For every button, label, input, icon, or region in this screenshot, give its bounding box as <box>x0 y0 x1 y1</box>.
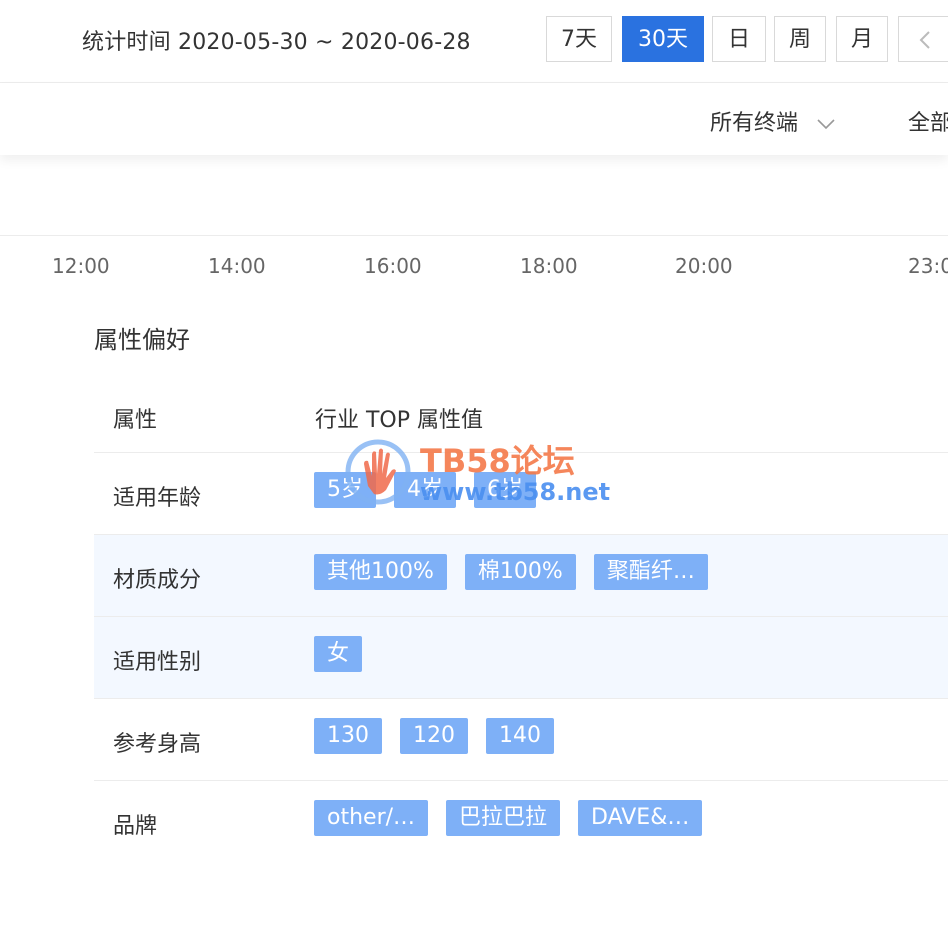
attribute-tag[interactable]: 120 <box>400 718 468 754</box>
tag-list: 女 <box>314 636 380 672</box>
attribute-tag[interactable]: 聚酯纤… <box>593 554 708 590</box>
chevron-down-icon <box>817 119 835 130</box>
page: 统计时间 2020-05-30 ~ 2020-06-28 7天 30天 日 周 … <box>0 0 948 942</box>
x-tick-label: 14:00 <box>208 254 266 278</box>
range-7d-button[interactable]: 7天 <box>546 16 612 62</box>
attribute-tag[interactable]: DAVE&… <box>578 800 703 836</box>
attribute-tag[interactable]: 棉100% <box>464 554 576 590</box>
terminal-select[interactable]: 所有终端 <box>710 105 835 137</box>
x-tick-label: 12:00 <box>52 254 110 278</box>
table-row: 材质成分 其他100% 棉100% 聚酯纤… <box>94 535 948 617</box>
terminal-select-label: 所有终端 <box>710 111 799 136</box>
attribute-tag[interactable]: 140 <box>486 718 554 754</box>
column-header-top-values: 行业 TOP 属性值 <box>315 408 484 433</box>
tag-list: other/… 巴拉巴拉 DAVE&… <box>314 800 720 836</box>
range-month-button[interactable]: 月 <box>836 16 888 62</box>
x-tick-label: 18:00 <box>520 254 578 278</box>
row-label: 适用年龄 <box>113 486 202 511</box>
attribute-tag[interactable]: 130 <box>314 718 382 754</box>
watermark: TB58论坛 www.tb58.net <box>344 436 614 516</box>
filter-bar: 所有终端 全部 <box>0 83 948 155</box>
hand-logo-icon <box>345 439 411 505</box>
row-label: 参考身高 <box>113 732 202 757</box>
x-tick-label: 23:00 <box>908 254 948 278</box>
attribute-tag[interactable]: 巴拉巴拉 <box>446 800 561 836</box>
section-title: 属性偏好 <box>94 326 190 354</box>
chevron-left-icon <box>919 31 930 49</box>
time-chart: 12:00 14:00 16:00 18:00 20:00 23:00 <box>0 156 948 286</box>
stats-toolbar: 统计时间 2020-05-30 ~ 2020-06-28 7天 30天 日 周 … <box>0 0 948 83</box>
chart-baseline <box>0 235 948 236</box>
table-row: 参考身高 130 120 140 <box>94 699 948 781</box>
range-week-button[interactable]: 周 <box>774 16 826 62</box>
range-day-button[interactable]: 日 <box>712 16 766 62</box>
tag-list: 130 120 140 <box>314 718 572 754</box>
table-row: 适用性别 女 <box>94 617 948 699</box>
prev-period-button[interactable] <box>898 16 948 62</box>
x-tick-label: 20:00 <box>675 254 733 278</box>
column-header-attribute: 属性 <box>113 408 158 433</box>
watermark-title: TB58论坛 <box>420 442 575 480</box>
tag-list: 其他100% 棉100% 聚酯纤… <box>314 554 726 590</box>
attribute-tag[interactable]: 其他100% <box>314 554 447 590</box>
all-select[interactable]: 全部 <box>908 105 948 137</box>
range-30d-button[interactable]: 30天 <box>622 16 704 62</box>
x-tick-label: 16:00 <box>364 254 422 278</box>
row-label: 材质成分 <box>113 568 202 593</box>
row-label: 适用性别 <box>113 650 202 675</box>
watermark-url: www.tb58.net <box>420 478 611 506</box>
row-label: 品牌 <box>113 814 158 839</box>
table-row: 品牌 other/… 巴拉巴拉 DAVE&… <box>94 781 948 862</box>
stat-time-label: 统计时间 2020-05-30 ~ 2020-06-28 <box>82 30 471 55</box>
attribute-tag[interactable]: 女 <box>314 636 363 672</box>
all-select-label: 全部 <box>908 111 948 136</box>
attribute-tag[interactable]: other/… <box>314 800 429 836</box>
